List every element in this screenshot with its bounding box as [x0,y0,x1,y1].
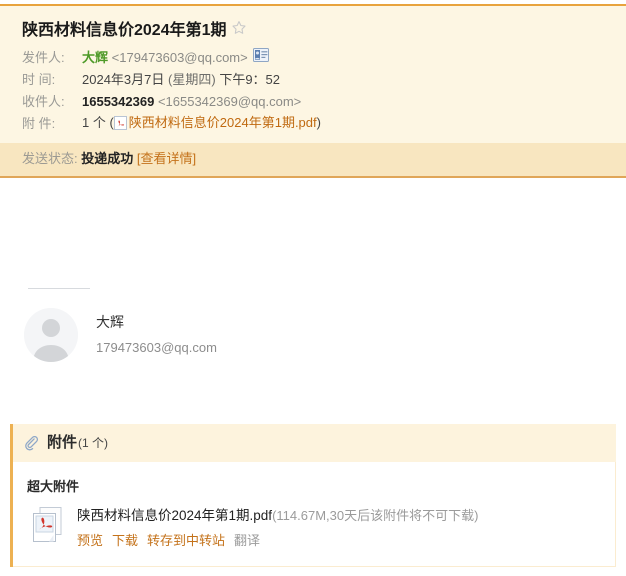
attachment-item-info: 陕西材料信息价2024年第1期.pdf(114.67M,30天后该附件将不可下载… [77,505,478,552]
attachment-item-meta: (114.67M,30天后该附件将不可下载) [272,508,479,523]
email-header-fields: 陕西材料信息价2024年第1期 发件人: 大辉 <179473603@qq.co… [0,6,626,143]
attachment-panel-title: 附件 [47,434,78,451]
recipient-value: 1655342369 <1655342369@qq.com> [82,91,301,113]
attachment-summary-value: 1 个 ( 陕西材料信息价2024年第1期.pdf) [82,112,321,137]
sender-address: <179473603@qq.com> [111,50,248,65]
person-avatar-icon [24,308,78,362]
translate-link[interactable]: 翻译 [234,533,260,548]
attachment-paren-close: ) [316,114,321,130]
signature-divider [28,288,90,289]
pdf-file-icon [31,506,71,549]
date-time: 下午9：52 [219,72,281,87]
date-weekday: (星期四) [168,72,216,87]
date-text: 2024年3月7日 [82,72,165,87]
signature-text: 大辉 179473603@qq.com [96,312,217,358]
email-body: 大辉 179473603@qq.com [0,190,626,418]
preview-link[interactable]: 预览 [77,533,103,548]
sender-value: 大辉 <179473603@qq.com> [82,47,248,69]
recipient-address: <1655342369@qq.com> [157,94,302,109]
send-status-bar: 发送状态: 投递成功 [查看详情] [0,143,626,176]
date-row: 时 间: 2024年3月7日 (星期四) 下午9：52 [22,69,626,91]
sender-name[interactable]: 大辉 [82,50,108,65]
attachment-item-name[interactable]: 陕西材料信息价2024年第1期.pdf [77,508,272,523]
attachment-label: 附 件: [22,116,56,131]
attachment-item-nameline: 陕西材料信息价2024年第1期.pdf(114.67M,30天后该附件将不可下载… [77,505,478,527]
page-title: 陕西材料信息价2024年第1期 [22,22,227,39]
date-value: 2024年3月7日 (星期四) 下午9：52 [82,69,280,91]
recipient-label: 收件人: [22,94,65,109]
signature-block: 大辉 179473603@qq.com [24,308,217,362]
recipient-row: 收件人: 1655342369 <1655342369@qq.com> [22,91,626,113]
attachment-filename-link[interactable]: 陕西材料信息价2024年第1期.pdf [129,115,317,130]
attachment-summary-row: 附 件: 1 个 ( 陕西材料信息价2024年第1期.pdf) [22,113,626,135]
view-detail-link[interactable]: [查看详情] [137,151,196,166]
attachment-item-actions: 预览 下载 转存到中转站 翻译 [77,530,478,551]
attachment-panel-body: 超大附件 陕西材料信息价2024年第1期.pdf(114.67M,30天后该附件… [13,462,616,567]
send-status-label: 发送状态: [22,151,78,166]
paperclip-icon [25,435,40,451]
date-label: 时 间: [22,72,56,87]
subject-row: 陕西材料信息价2024年第1期 [22,16,626,40]
attachment-item: 陕西材料信息价2024年第1期.pdf(114.67M,30天后该附件将不可下载… [25,505,615,552]
save-to-relay-link[interactable]: 转存到中转站 [147,533,225,548]
contact-card-icon[interactable] [252,47,269,69]
pdf-file-icon [113,115,127,137]
send-status-value: 投递成功 [81,151,134,166]
attachment-panel-header: 附件 (1 个) [13,424,616,462]
recipient-name[interactable]: 1655342369 [82,94,154,109]
sender-row: 发件人: 大辉 <179473603@qq.com> [22,47,626,69]
download-link[interactable]: 下载 [112,533,138,548]
signature-name: 大辉 [96,314,124,331]
star-outline-icon[interactable] [231,20,247,36]
email-header-panel: 陕西材料信息价2024年第1期 发件人: 大辉 <179473603@qq.co… [0,4,626,178]
attachment-panel: 附件 (1 个) 超大附件 陕西材料信息价2024年第1期.pdf(114.67… [10,424,616,567]
attachment-panel-count: (1 个) [78,436,109,450]
sender-label: 发件人: [22,50,65,65]
attachment-group-title: 超大附件 [27,479,80,494]
signature-email: 179473603@qq.com [96,339,217,355]
attachment-count: 1 个 ( [82,114,114,130]
